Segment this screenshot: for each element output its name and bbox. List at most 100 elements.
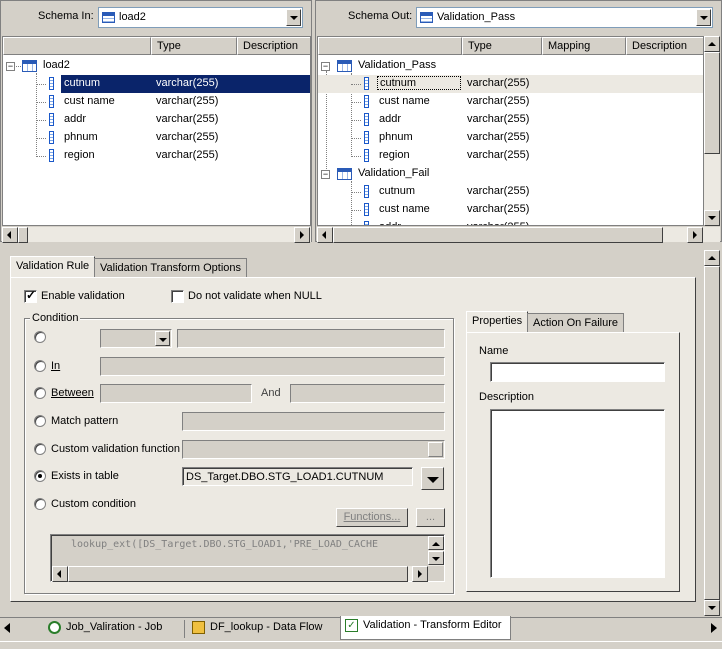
scroll-down-icon[interactable] xyxy=(704,210,720,226)
column-header-name[interactable] xyxy=(318,37,462,55)
tab-scroll-right-icon[interactable] xyxy=(711,623,717,633)
cell-type: varchar(255) xyxy=(467,185,530,197)
table-row[interactable]: region varchar(255) xyxy=(318,147,703,165)
enable-validation-label[interactable]: Enable validation xyxy=(41,290,125,302)
cell-name: cust name xyxy=(379,95,430,107)
condition-custom-cond-label[interactable]: Custom condition xyxy=(51,498,136,510)
tab-validation-transform-options[interactable]: Validation Transform Options xyxy=(94,258,248,278)
collapse-icon[interactable]: − xyxy=(321,62,330,71)
schema-in-select[interactable]: load2 xyxy=(98,7,303,28)
scroll-down-icon[interactable] xyxy=(428,551,444,565)
validation-pass-table[interactable]: Validation_Pass xyxy=(358,59,436,71)
condition-match-radio[interactable] xyxy=(34,415,46,427)
table-row[interactable]: addr varchar(255) xyxy=(318,111,703,129)
editor-vscrollbar[interactable] xyxy=(704,250,720,616)
column-header-name[interactable] xyxy=(3,37,151,55)
schema-in-hscrollbar[interactable] xyxy=(2,226,311,243)
validation-fail-table[interactable]: Validation_Fail xyxy=(358,167,429,179)
tab-properties[interactable]: Properties xyxy=(466,311,529,333)
scroll-up-icon[interactable] xyxy=(428,536,444,550)
custom-condition-hscrollbar[interactable] xyxy=(52,565,428,582)
doc-tab-transform-editor[interactable]: ✓ Validation - Transform Editor xyxy=(340,616,511,640)
no-null-label[interactable]: Do not validate when NULL xyxy=(188,290,322,302)
operator-select xyxy=(100,329,172,348)
table-row[interactable]: addr varchar(255) xyxy=(3,111,310,129)
scroll-right-icon[interactable] xyxy=(687,227,703,243)
table-row[interactable]: cutnum varchar(255) xyxy=(3,75,310,93)
custom-condition-vscrollbar[interactable] xyxy=(428,536,444,566)
tab-validation-rule[interactable]: Validation Rule xyxy=(10,256,96,278)
schema-in-grid: Type Description − load2 cutnum varchar(… xyxy=(2,36,311,226)
ellipsis-button[interactable]: ... xyxy=(416,508,445,527)
exists-table-value: DS_Target.DBO.STG_LOAD1.CUTNUM xyxy=(186,471,384,483)
schema-out-label: Schema Out: xyxy=(348,10,413,22)
doc-tab-job[interactable]: Job_Valiration - Job xyxy=(44,618,168,640)
scroll-left-icon[interactable] xyxy=(52,566,68,582)
column-header-description[interactable]: Description xyxy=(626,37,703,55)
table-row[interactable]: phnum varchar(255) xyxy=(3,129,310,147)
scroll-down-icon[interactable] xyxy=(704,600,720,616)
table-row[interactable]: cutnum varchar(255) xyxy=(318,75,703,93)
chevron-down-icon[interactable] xyxy=(286,9,301,26)
tab-scroll-left-icon[interactable] xyxy=(4,623,10,633)
chevron-down-icon[interactable] xyxy=(696,9,711,26)
scroll-right-icon[interactable] xyxy=(412,566,428,582)
scroll-thumb[interactable] xyxy=(68,566,408,582)
table-row[interactable]: cutnum varchar(255) xyxy=(318,183,703,201)
exists-table-dropdown-button[interactable] xyxy=(421,467,444,490)
condition-in-label[interactable]: In xyxy=(51,360,60,372)
doc-tab-job-label: Job_Valiration - Job xyxy=(66,621,163,633)
schema-in-table-name[interactable]: load2 xyxy=(43,59,70,71)
scroll-thumb[interactable] xyxy=(333,227,663,243)
condition-custom-cond-radio[interactable] xyxy=(34,498,46,510)
name-input[interactable] xyxy=(490,362,665,382)
table-row[interactable]: region varchar(255) xyxy=(3,147,310,165)
scroll-right-icon[interactable] xyxy=(294,227,310,243)
table-row[interactable]: addr varchar(255) xyxy=(318,219,703,225)
table-row[interactable]: cust name varchar(255) xyxy=(3,93,310,111)
table-row[interactable]: phnum varchar(255) xyxy=(318,129,703,147)
condition-exists-radio[interactable] xyxy=(34,470,46,482)
schema-out-select[interactable]: Validation_Pass xyxy=(416,7,713,28)
scroll-thumb[interactable] xyxy=(704,266,720,600)
scroll-thumb[interactable] xyxy=(704,52,720,154)
editor-splitter[interactable] xyxy=(0,244,722,248)
description-textarea[interactable] xyxy=(490,409,665,578)
scroll-up-icon[interactable] xyxy=(704,250,720,266)
collapse-icon[interactable]: − xyxy=(321,170,330,179)
condition-custom-func-radio[interactable] xyxy=(34,443,46,455)
column-header-type[interactable]: Type xyxy=(462,37,542,55)
condition-custom-func-label[interactable]: Custom validation function xyxy=(51,443,180,455)
column-header-description[interactable]: Description xyxy=(237,37,310,55)
no-null-checkbox[interactable] xyxy=(171,290,184,303)
column-header-mapping[interactable]: Mapping xyxy=(542,37,626,55)
condition-exists-label[interactable]: Exists in table xyxy=(51,470,119,482)
in-value-input xyxy=(100,357,445,376)
custom-condition-editor[interactable]: lookup_ext([DS_Target.DBO.STG_LOAD1,'PRE… xyxy=(50,534,445,582)
tab-action-on-failure[interactable]: Action On Failure xyxy=(527,313,624,333)
schema-out-hscrollbar[interactable] xyxy=(317,226,720,243)
scroll-left-icon[interactable] xyxy=(317,227,333,243)
collapse-icon[interactable]: − xyxy=(6,62,15,71)
scroll-left-icon[interactable] xyxy=(2,227,18,243)
exists-table-field[interactable]: DS_Target.DBO.STG_LOAD1.CUTNUM xyxy=(182,467,413,486)
functions-button[interactable]: Functions... xyxy=(336,508,408,527)
condition-match-label[interactable]: Match pattern xyxy=(51,415,118,427)
enable-validation-checkbox[interactable] xyxy=(24,288,37,303)
schema-in-value: load2 xyxy=(119,11,146,23)
condition-in-radio[interactable] xyxy=(34,360,46,372)
cell-name: region xyxy=(64,149,95,161)
condition-between-radio[interactable] xyxy=(34,387,46,399)
cell-type: varchar(255) xyxy=(467,113,530,125)
scroll-up-icon[interactable] xyxy=(704,36,720,52)
scroll-thumb[interactable] xyxy=(18,227,28,243)
column-header-type[interactable]: Type xyxy=(151,37,237,55)
condition-between-label[interactable]: Between xyxy=(51,387,94,399)
table-icon xyxy=(337,60,352,72)
table-row[interactable]: cust name varchar(255) xyxy=(318,201,703,219)
table-row[interactable]: cust name varchar(255) xyxy=(318,93,703,111)
schema-out-vscrollbar[interactable] xyxy=(704,36,720,226)
status-strip xyxy=(0,641,722,649)
condition-compare-radio[interactable] xyxy=(34,331,46,343)
doc-tab-dataflow[interactable]: DF_lookup - Data Flow xyxy=(188,618,329,640)
